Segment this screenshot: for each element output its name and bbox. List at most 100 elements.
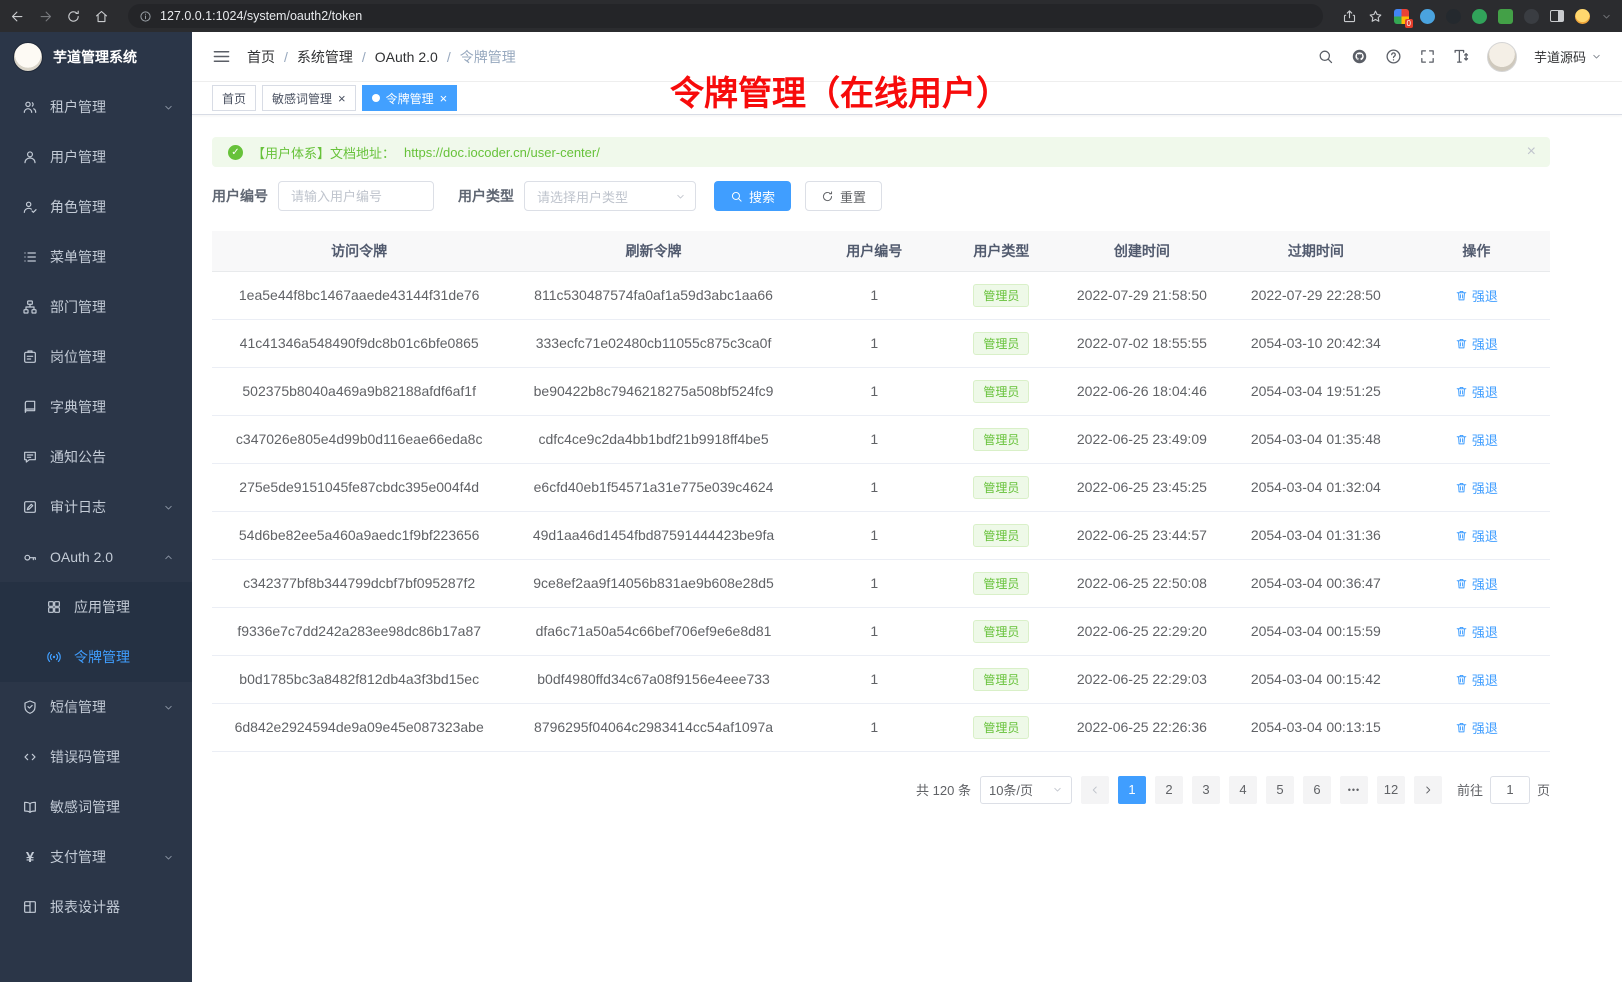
trash-icon	[1455, 721, 1468, 734]
bookmark-star-icon[interactable]	[1368, 9, 1383, 24]
extension-drop-icon[interactable]	[1420, 9, 1435, 24]
create-time-cell: 2022-06-25 22:26:36	[1055, 703, 1229, 751]
close-icon[interactable]: ×	[338, 92, 346, 105]
breadcrumb-item-home[interactable]: 首页	[247, 47, 275, 67]
extension-dark-icon[interactable]	[1446, 9, 1461, 24]
doc-alert: ✓ 【用户体系】文档地址： https://doc.iocoder.cn/use…	[212, 137, 1550, 167]
user-id-cell: 1	[801, 703, 948, 751]
font-size-icon[interactable]	[1453, 48, 1470, 65]
sidebar-item-oauth2[interactable]: OAuth 2.0	[0, 532, 192, 582]
page-button-3[interactable]: 3	[1192, 776, 1220, 804]
extension-green-icon[interactable]	[1472, 9, 1487, 24]
active-dot	[372, 94, 380, 102]
sidebar-item-post[interactable]: 岗位管理	[0, 332, 192, 382]
avatar[interactable]	[1487, 42, 1517, 72]
collapse-sidebar-icon[interactable]	[212, 47, 231, 66]
home-icon[interactable]	[94, 9, 109, 24]
force-logout-button[interactable]: 强退	[1455, 478, 1498, 497]
browser-profile-icon[interactable]	[1575, 9, 1590, 24]
extension-grid-icon[interactable]: 0	[1394, 9, 1409, 24]
address-bar[interactable]: 127.0.0.1:1024/system/oauth2/token	[128, 4, 1323, 28]
site-info-icon[interactable]	[139, 10, 152, 23]
user-menu[interactable]: 芋道源码	[1534, 47, 1602, 66]
app-logo: 芋道管理系统	[0, 32, 192, 82]
breadcrumb-item-oauth2[interactable]: OAuth 2.0	[375, 49, 438, 65]
access-token-cell: b0d1785bc3a8482f812db4a3f3bd15ec	[212, 655, 506, 703]
prev-page-button[interactable]	[1081, 776, 1109, 804]
breadcrumb-item-system[interactable]: 系统管理	[297, 47, 353, 67]
share-icon[interactable]	[1342, 9, 1357, 24]
create-time-cell: 2022-06-26 18:04:46	[1055, 367, 1229, 415]
page-button-1[interactable]: 1	[1118, 776, 1146, 804]
doc-link[interactable]: https://doc.iocoder.cn/user-center/	[404, 145, 600, 160]
back-icon[interactable]	[10, 9, 25, 24]
page-button-last[interactable]: 12	[1377, 776, 1405, 804]
alert-close-icon[interactable]: ×	[1527, 143, 1536, 161]
user-id-cell: 1	[801, 607, 948, 655]
sidebar-item-user[interactable]: 用户管理	[0, 132, 192, 182]
access-token-cell: 275e5de9151045fe87cbdc395e004f4d	[212, 463, 506, 511]
user-id-input[interactable]	[278, 181, 434, 211]
create-time-cell: 2022-06-25 23:49:09	[1055, 415, 1229, 463]
fullscreen-icon[interactable]	[1419, 48, 1436, 65]
sidebar-item-menu[interactable]: 菜单管理	[0, 232, 192, 282]
app-shell: 芋道管理系统 租户管理 用户管理 角色管理 菜单管理 部门管理	[0, 32, 1622, 982]
page-button-6[interactable]: 6	[1303, 776, 1331, 804]
sidebar-item-role[interactable]: 角色管理	[0, 182, 192, 232]
force-logout-button[interactable]: 强退	[1455, 718, 1498, 737]
force-logout-button[interactable]: 强退	[1455, 286, 1498, 305]
page-button-4[interactable]: 4	[1229, 776, 1257, 804]
force-logout-button[interactable]: 强退	[1455, 574, 1498, 593]
forward-icon[interactable]	[38, 9, 53, 24]
refresh-token-cell: 333ecfc71e02480cb11055c875c3ca0f	[506, 319, 800, 367]
page-size-select[interactable]: 10条/页	[980, 776, 1072, 804]
sidebar-item-sensitive-word[interactable]: 敏感词管理	[0, 782, 192, 832]
extension-paw-icon[interactable]	[1524, 9, 1539, 24]
next-page-button[interactable]	[1414, 776, 1442, 804]
page-button-2[interactable]: 2	[1155, 776, 1183, 804]
search-button[interactable]: 搜索	[714, 181, 791, 211]
trash-icon	[1455, 337, 1468, 350]
tab-home[interactable]: 首页	[212, 85, 256, 111]
extension-puzzle-icon[interactable]	[1498, 9, 1513, 24]
reload-icon[interactable]	[66, 9, 81, 24]
force-logout-button[interactable]: 强退	[1455, 382, 1498, 401]
force-logout-button[interactable]: 强退	[1455, 670, 1498, 689]
side-panel-icon[interactable]	[1550, 10, 1564, 22]
token-table: 访问令牌 刷新令牌 用户编号 用户类型 创建时间 过期时间 操作 1ea5e44…	[212, 231, 1550, 752]
sidebar-item-dept[interactable]: 部门管理	[0, 282, 192, 332]
force-logout-button[interactable]: 强退	[1455, 334, 1498, 353]
page-button-5[interactable]: 5	[1266, 776, 1294, 804]
sidebar-item-payment[interactable]: ¥ 支付管理	[0, 832, 192, 882]
user-type-tag: 管理员	[973, 620, 1029, 643]
sidebar-item-tenant[interactable]: 租户管理	[0, 82, 192, 132]
goto-page-input[interactable]	[1490, 776, 1530, 804]
force-logout-button[interactable]: 强退	[1455, 430, 1498, 449]
sidebar-item-report-designer[interactable]: 报表设计器	[0, 882, 192, 932]
user-id-cell: 1	[801, 559, 948, 607]
sidebar-item-notice[interactable]: 通知公告	[0, 432, 192, 482]
reset-button[interactable]: 重置	[805, 181, 882, 211]
profile-caret-icon[interactable]	[1601, 11, 1612, 22]
tab-token[interactable]: 令牌管理 ×	[362, 85, 458, 111]
sidebar-item-dict[interactable]: 字典管理	[0, 382, 192, 432]
sidebar-item-audit-log[interactable]: 审计日志	[0, 482, 192, 532]
sidebar-item-error-code[interactable]: 错误码管理	[0, 732, 192, 782]
sidebar-item-sms[interactable]: 短信管理	[0, 682, 192, 732]
sidebar-item-label: 字典管理	[50, 397, 174, 417]
trash-icon	[1455, 673, 1468, 686]
sidebar-item-oauth2-token[interactable]: 令牌管理	[0, 632, 192, 682]
chevron-down-icon	[675, 191, 686, 202]
github-icon[interactable]	[1351, 48, 1368, 65]
force-logout-button[interactable]: 强退	[1455, 526, 1498, 545]
more-pages-button[interactable]: •••	[1340, 776, 1368, 804]
force-logout-label: 强退	[1472, 286, 1498, 305]
user-id-cell: 1	[801, 271, 948, 319]
close-icon[interactable]: ×	[440, 92, 448, 105]
force-logout-button[interactable]: 强退	[1455, 622, 1498, 641]
user-type-select[interactable]: 请选择用户类型	[524, 181, 696, 211]
help-icon[interactable]	[1385, 48, 1402, 65]
sidebar-item-oauth2-client[interactable]: 应用管理	[0, 582, 192, 632]
search-icon[interactable]	[1317, 48, 1334, 65]
tab-sensitive-word[interactable]: 敏感词管理 ×	[262, 85, 356, 111]
